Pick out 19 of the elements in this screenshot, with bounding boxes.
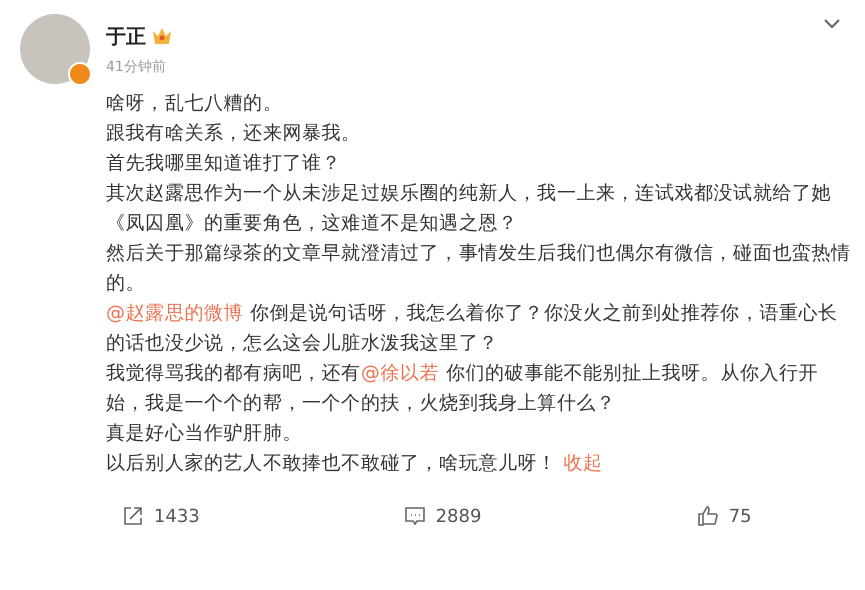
post-text: 啥呀，乱七八糟的。 — [106, 91, 284, 116]
comment-icon — [404, 505, 426, 527]
post-text: 然后关于那篇绿茶的文章早就澄清过了，事情发生后我们也偶尔有微信，碰面也蛮热情的。 — [106, 241, 851, 296]
comment-button[interactable]: 2889 — [302, 504, 584, 528]
post-text: 以后别人家的艺人不敢捧也不敢碰了，啥玩意儿呀！ 收起 — [106, 451, 604, 476]
post-text: 其次赵露思作为一个从未涉足过娱乐圈的纯新人，我一上来，连试戏都没试就给了她《凤囚凰》的重要角色，这难道不是知遇之恩？ — [106, 181, 832, 236]
post-text: 跟我有啥关系，还来网暴我。 — [106, 121, 362, 146]
crown-icon — [152, 27, 172, 45]
post-time: 41分钟前 — [106, 58, 167, 76]
author-name[interactable]: 于正 — [106, 22, 146, 50]
post-text: @赵露思的微博 你倒是说句话呀，我怎么着你了？你没火之前到处推荐你，语重心长的话也没少说，怎么这会儿脏水泼我这里了？ — [106, 301, 839, 356]
chevron-down-icon[interactable] — [823, 18, 841, 30]
thumbs-up-icon — [696, 505, 719, 527]
share-icon — [122, 505, 144, 527]
post-text: 首先我哪里知道谁打了谁？ — [106, 151, 342, 176]
share-button[interactable]: 1433 — [20, 504, 302, 528]
like-button[interactable]: 75 — [583, 504, 865, 528]
post-text: 我觉得骂我的都有病吧，还有@徐以若 你们的破事能不能别扯上我呀。从你入行开始，我是一个个的帮，一个个的扶，火烧到我身上算什么？ — [106, 361, 820, 416]
post-text: 真是好心当作驴肝肺。 — [106, 421, 303, 446]
